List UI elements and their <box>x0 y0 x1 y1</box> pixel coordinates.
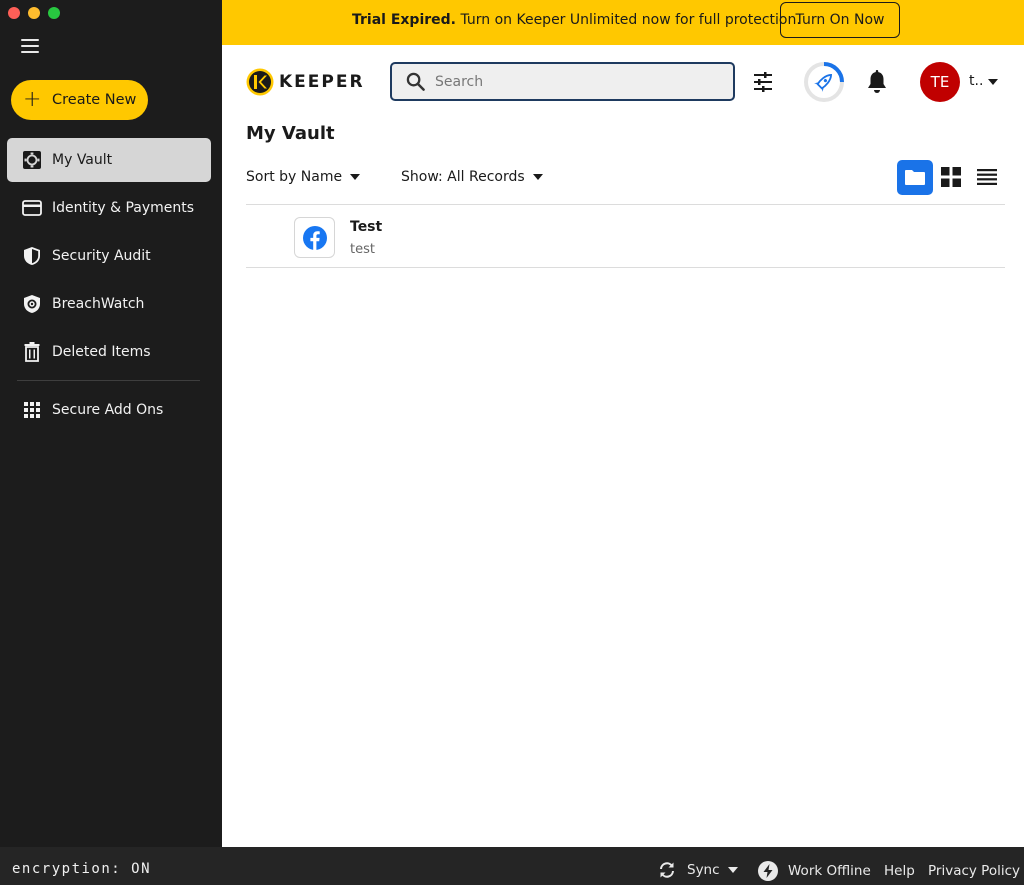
user-name[interactable]: t.. <box>969 73 983 89</box>
chevron-down-icon <box>727 867 738 873</box>
grid-view-icon[interactable] <box>941 167 961 187</box>
banner-text: Turn on Keeper Unlimited now for full pr… <box>456 12 801 28</box>
record-subtitle: test <box>350 242 375 257</box>
chevron-down-icon <box>350 174 361 180</box>
sidebar-item-label: Secure Add Ons <box>52 402 164 418</box>
folder-icon <box>905 170 925 185</box>
sidebar-item-label: Identity & Payments <box>52 200 195 216</box>
sidebar: + Create New My Vault Identity & Payment… <box>0 0 222 847</box>
list-item[interactable]: Test test <box>246 205 1005 268</box>
keeper-logo-icon <box>246 68 274 96</box>
sync-icon <box>660 862 674 878</box>
minimize-window-button[interactable] <box>28 7 40 19</box>
search-icon <box>406 72 425 91</box>
window-controls <box>8 7 60 19</box>
work-offline-button[interactable]: Work Offline <box>758 861 871 881</box>
card-icon <box>22 198 42 218</box>
breachwatch-icon <box>22 294 42 314</box>
sidebar-divider <box>17 380 200 381</box>
notifications-bell-icon[interactable] <box>866 70 888 94</box>
setup-progress-icon[interactable] <box>803 61 845 103</box>
facebook-icon <box>302 225 327 250</box>
chevron-down-icon <box>532 174 543 180</box>
logo-text: KEEPER <box>279 72 365 92</box>
status-bar: encryption: ON Sync Work Offline Help Pr… <box>0 847 1024 885</box>
encryption-status: encryption: ON <box>12 861 152 877</box>
keeper-logo: KEEPER <box>246 68 365 96</box>
banner-message: Trial Expired. Turn on Keeper Unlimited … <box>352 12 801 28</box>
list-view-icon[interactable] <box>977 169 997 185</box>
sort-label: Sort by Name <box>246 169 343 185</box>
turn-on-now-button[interactable]: Turn On Now <box>780 2 900 38</box>
sidebar-item-security-audit[interactable]: Security Audit <box>7 234 211 278</box>
plus-icon: + <box>23 87 42 112</box>
sync-button[interactable]: Sync <box>658 861 738 879</box>
close-window-button[interactable] <box>8 7 20 19</box>
trash-icon <box>22 342 42 362</box>
record-icon-frame <box>294 217 335 258</box>
help-link[interactable]: Help <box>884 863 915 879</box>
sidebar-item-label: Security Audit <box>52 248 151 264</box>
create-new-label: Create New <box>52 92 137 108</box>
create-new-button[interactable]: + Create New <box>11 80 148 120</box>
search-box[interactable] <box>390 62 735 101</box>
lightning-icon <box>758 861 778 881</box>
search-input[interactable] <box>435 73 715 90</box>
grid-icon <box>22 400 42 420</box>
sidebar-item-identity-payments[interactable]: Identity & Payments <box>7 186 211 230</box>
sidebar-item-label: My Vault <box>52 152 113 168</box>
show-filter-dropdown[interactable]: Show: All Records <box>401 169 543 185</box>
folder-view-button[interactable] <box>897 160 933 195</box>
banner-bold-text: Trial Expired. <box>352 12 456 28</box>
sidebar-item-my-vault[interactable]: My Vault <box>7 138 211 182</box>
page-title: My Vault <box>246 123 335 144</box>
sidebar-item-label: BreachWatch <box>52 296 145 312</box>
user-avatar[interactable]: TE <box>920 62 960 102</box>
menu-icon[interactable] <box>21 39 39 53</box>
filter-settings-icon[interactable] <box>752 71 774 93</box>
sort-dropdown[interactable]: Sort by Name <box>246 169 361 185</box>
vault-icon <box>22 150 42 170</box>
show-label: Show: All Records <box>401 169 525 185</box>
maximize-window-button[interactable] <box>48 7 60 19</box>
record-title: Test <box>350 219 383 235</box>
trial-banner: Trial Expired. Turn on Keeper Unlimited … <box>222 0 1024 45</box>
sidebar-item-secure-add-ons[interactable]: Secure Add Ons <box>7 388 211 432</box>
sidebar-item-label: Deleted Items <box>52 344 151 360</box>
work-offline-label: Work Offline <box>788 863 871 879</box>
privacy-policy-link[interactable]: Privacy Policy <box>928 863 1020 879</box>
sync-label: Sync <box>687 862 720 878</box>
shield-icon <box>22 246 42 266</box>
sidebar-item-breachwatch[interactable]: BreachWatch <box>7 282 211 326</box>
sidebar-item-deleted-items[interactable]: Deleted Items <box>7 330 211 374</box>
chevron-down-icon[interactable] <box>988 79 998 85</box>
